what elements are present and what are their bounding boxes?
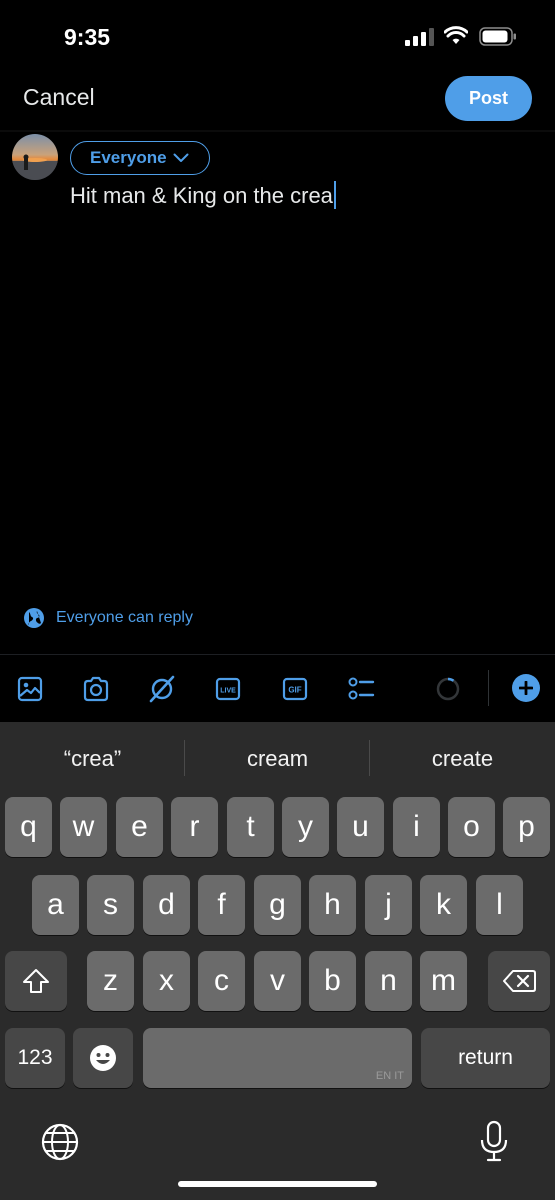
- numbers-key[interactable]: 123: [5, 1028, 65, 1088]
- return-key[interactable]: return: [421, 1028, 550, 1088]
- live-icon: LIVE: [215, 677, 241, 701]
- key-a[interactable]: a: [32, 875, 79, 935]
- key-s[interactable]: s: [87, 875, 134, 935]
- key-i[interactable]: i: [393, 797, 440, 857]
- live-label: LIVE: [220, 688, 236, 695]
- chevron-down-icon: [173, 153, 189, 162]
- suggestion-bar: “crea” cream create: [0, 722, 555, 796]
- add-thread-button[interactable]: [512, 674, 540, 702]
- key-n[interactable]: n: [365, 951, 412, 1011]
- live-button[interactable]: LIVE: [214, 675, 242, 703]
- grok-icon[interactable]: [148, 675, 176, 703]
- gif-icon: GIF: [282, 677, 308, 701]
- key-e[interactable]: e: [116, 797, 163, 857]
- key-t[interactable]: t: [227, 797, 274, 857]
- key-h[interactable]: h: [309, 875, 356, 935]
- space-key[interactable]: EN IT: [143, 1028, 412, 1088]
- audience-selector[interactable]: Everyone: [70, 141, 210, 175]
- plus-icon: [519, 681, 533, 695]
- key-z[interactable]: z: [87, 951, 134, 1011]
- cellular-signal-icon: [405, 28, 434, 46]
- key-m[interactable]: m: [420, 951, 467, 1011]
- key-d[interactable]: d: [143, 875, 190, 935]
- home-indicator: [178, 1181, 377, 1187]
- shift-key[interactable]: [5, 951, 67, 1011]
- key-w[interactable]: w: [60, 797, 107, 857]
- status-time: 9:35: [64, 24, 111, 50]
- globe-icon: [24, 608, 44, 628]
- compose-textarea[interactable]: Hit man & King on the crea: [70, 181, 336, 209]
- gif-label: GIF: [288, 686, 301, 695]
- microphone-icon[interactable]: [478, 1120, 510, 1164]
- key-v[interactable]: v: [254, 951, 301, 1011]
- suggestion-item[interactable]: “crea”: [0, 746, 185, 772]
- key-y[interactable]: y: [282, 797, 329, 857]
- camera-icon[interactable]: [82, 675, 110, 703]
- space-language-label: EN IT: [375, 1070, 404, 1082]
- avatar[interactable]: [12, 134, 58, 180]
- poll-icon[interactable]: [347, 675, 375, 703]
- key-q[interactable]: q: [5, 797, 52, 857]
- emoji-icon: [90, 1045, 116, 1071]
- gif-button[interactable]: GIF: [281, 675, 309, 703]
- compose-text: Hit man & King on the crea: [70, 183, 333, 208]
- key-p[interactable]: p: [503, 797, 550, 857]
- status-bar: 9:35: [0, 0, 555, 70]
- avatar-image: [12, 134, 58, 180]
- suggestion-item[interactable]: cream: [185, 746, 370, 772]
- shift-icon: [23, 969, 49, 993]
- wifi-icon: [444, 26, 468, 44]
- image-icon[interactable]: [16, 675, 44, 703]
- key-r[interactable]: r: [171, 797, 218, 857]
- reply-setting-label: Everyone can reply: [56, 609, 193, 626]
- keyboard: “crea” cream create q w e r t y u i o p …: [0, 722, 555, 1200]
- key-b[interactable]: b: [309, 951, 356, 1011]
- backspace-icon: [503, 970, 536, 992]
- delete-key[interactable]: [488, 951, 550, 1011]
- emoji-key[interactable]: [73, 1028, 133, 1088]
- toolbar-divider: [488, 670, 489, 706]
- key-j[interactable]: j: [365, 875, 412, 935]
- character-count-ring-icon: [436, 677, 460, 701]
- key-u[interactable]: u: [337, 797, 384, 857]
- key-l[interactable]: l: [476, 875, 523, 935]
- key-k[interactable]: k: [420, 875, 467, 935]
- key-g[interactable]: g: [254, 875, 301, 935]
- battery-icon: [479, 27, 516, 46]
- suggestion-item[interactable]: create: [370, 746, 555, 772]
- compose-toolbar: LIVE GIF: [0, 654, 555, 722]
- key-c[interactable]: c: [198, 951, 245, 1011]
- audience-label: Everyone: [90, 148, 167, 167]
- key-f[interactable]: f: [198, 875, 245, 935]
- text-cursor: [333, 181, 336, 209]
- reply-setting-button[interactable]: Everyone can reply: [24, 608, 193, 628]
- post-button[interactable]: Post: [445, 76, 532, 121]
- globe-keyboard-icon[interactable]: [40, 1122, 80, 1162]
- cancel-button[interactable]: Cancel: [23, 84, 95, 111]
- key-o[interactable]: o: [448, 797, 495, 857]
- divider: [0, 130, 555, 132]
- key-x[interactable]: x: [143, 951, 190, 1011]
